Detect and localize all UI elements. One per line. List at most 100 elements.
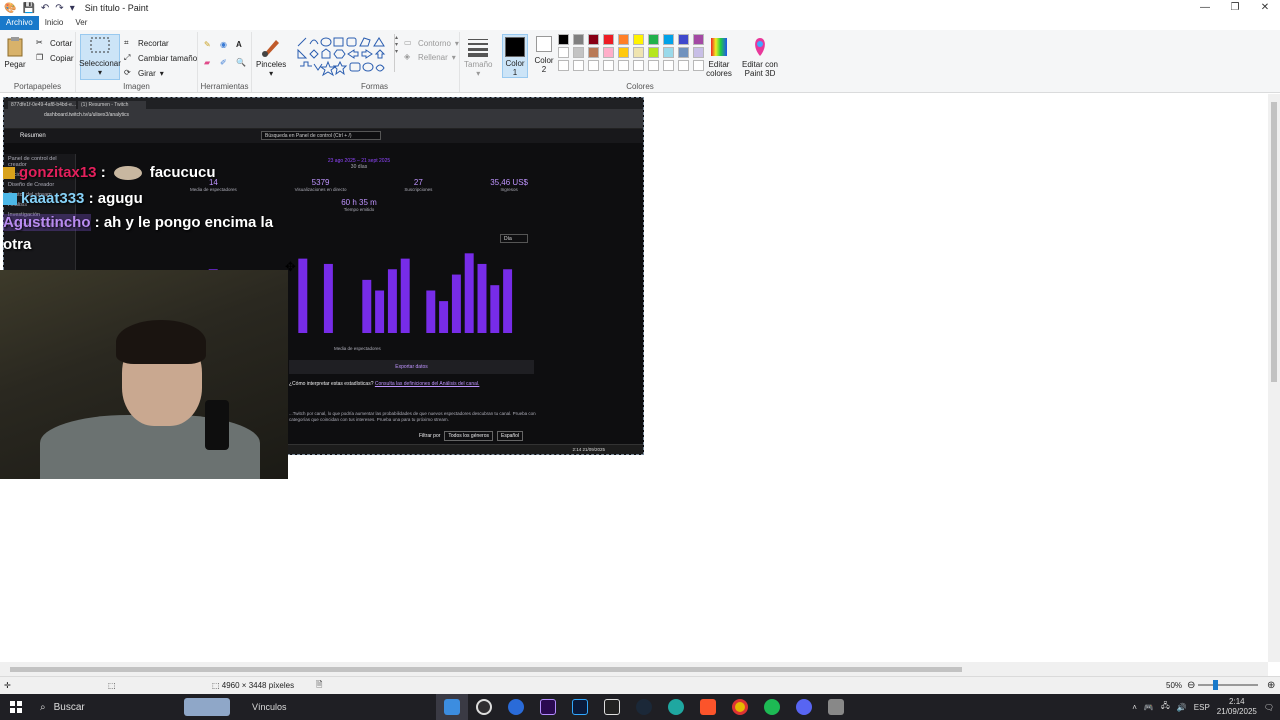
vertical-scrollbar[interactable] bbox=[1268, 94, 1280, 662]
color-swatch[interactable] bbox=[633, 34, 644, 45]
magnifier-icon[interactable]: 🔍 bbox=[236, 58, 246, 68]
taskbar-search[interactable]: ⌕ Buscar bbox=[32, 694, 232, 720]
crop-button[interactable]: ⌗ Recortar bbox=[124, 38, 169, 48]
color-swatch[interactable] bbox=[603, 60, 614, 71]
color-picker-icon[interactable]: ✐ bbox=[220, 58, 230, 68]
color-swatch[interactable] bbox=[558, 34, 569, 45]
zoom-in-button[interactable]: ⊕ bbox=[1267, 680, 1275, 691]
color-swatch[interactable] bbox=[663, 34, 674, 45]
start-button[interactable] bbox=[0, 694, 32, 720]
brave-taskbar-icon[interactable] bbox=[692, 694, 724, 720]
color-swatch[interactable] bbox=[678, 60, 689, 71]
color-swatch[interactable] bbox=[588, 47, 599, 58]
brushes-button[interactable]: Pinceles ▾ bbox=[256, 36, 286, 78]
color-palette[interactable] bbox=[558, 34, 706, 71]
tab-ver[interactable]: Ver bbox=[69, 16, 93, 30]
color-swatch[interactable] bbox=[573, 47, 584, 58]
vertical-scroll-thumb[interactable] bbox=[1271, 102, 1277, 382]
color-swatch[interactable] bbox=[573, 34, 584, 45]
zoom-out-button[interactable]: ⊖ bbox=[1187, 680, 1195, 691]
maximize-button[interactable]: ❐ bbox=[1220, 0, 1250, 16]
color-swatch[interactable] bbox=[558, 60, 569, 71]
color-swatch[interactable] bbox=[663, 60, 674, 71]
color-swatch[interactable] bbox=[588, 60, 599, 71]
color-swatch[interactable] bbox=[618, 60, 629, 71]
chrome-taskbar-icon[interactable] bbox=[724, 694, 756, 720]
notifications-icon[interactable]: 🗨 bbox=[1264, 703, 1274, 712]
shapes-gallery[interactable] bbox=[296, 36, 396, 78]
select-button[interactable]: Seleccionar ▾ bbox=[79, 34, 121, 80]
paste-button[interactable]: Pegar bbox=[4, 36, 26, 69]
volume-icon[interactable]: 🔊 bbox=[1177, 703, 1187, 712]
edit-colors-button[interactable]: Editar colores bbox=[704, 36, 734, 78]
color-swatch[interactable] bbox=[618, 34, 629, 45]
description-text: ...Twitch por canal, lo que podría aumen… bbox=[289, 411, 536, 422]
cut-button[interactable]: ✂ Cortar bbox=[36, 38, 72, 48]
color-swatch[interactable] bbox=[663, 47, 674, 58]
tab-archivo[interactable]: Archivo bbox=[0, 16, 39, 30]
color1-button[interactable]: Color 1 bbox=[502, 34, 528, 78]
shapes-scroll[interactable]: ▴ ▾ ▾ bbox=[394, 34, 402, 72]
color-swatch[interactable] bbox=[648, 60, 659, 71]
text-icon[interactable]: A bbox=[236, 40, 246, 50]
horizontal-scrollbar[interactable] bbox=[0, 662, 1268, 676]
resize-button[interactable]: ⤢ Cambiar tamaño bbox=[124, 53, 197, 63]
steam-taskbar-icon[interactable] bbox=[628, 694, 660, 720]
gamepad-icon[interactable]: 🎮 bbox=[1144, 703, 1154, 712]
app-taskbar-icon[interactable] bbox=[820, 694, 852, 720]
undo-icon[interactable]: ↶ bbox=[41, 3, 49, 14]
network-icon[interactable]: 🖧 bbox=[1161, 700, 1170, 714]
zoom-slider[interactable] bbox=[1198, 684, 1258, 686]
outline-button[interactable]: ▭ Contorno ▾ bbox=[404, 38, 459, 48]
clock[interactable]: 2:14 21/09/2025 bbox=[1217, 697, 1257, 717]
fill-button[interactable]: ◈ Rellenar ▾ bbox=[404, 52, 456, 62]
premiere-taskbar-icon[interactable] bbox=[532, 694, 564, 720]
tab-inicio[interactable]: Inicio bbox=[39, 16, 70, 30]
rotate-button[interactable]: ⟳ Girar ▾ bbox=[124, 68, 164, 78]
color-swatch[interactable] bbox=[618, 47, 629, 58]
color-swatch[interactable] bbox=[693, 34, 704, 45]
discord-taskbar-icon[interactable] bbox=[788, 694, 820, 720]
color-swatch[interactable] bbox=[603, 34, 614, 45]
badge-icon bbox=[3, 167, 15, 180]
color-swatch[interactable] bbox=[573, 60, 584, 71]
color-swatch[interactable] bbox=[678, 34, 689, 45]
close-button[interactable]: ✕ bbox=[1250, 0, 1280, 16]
language-indicator[interactable]: ESP bbox=[1194, 703, 1210, 712]
color-swatch[interactable] bbox=[648, 34, 659, 45]
color-swatch[interactable] bbox=[648, 47, 659, 58]
customize-qat-icon[interactable]: ▾ bbox=[70, 3, 75, 14]
brushes-dropdown-icon: ▾ bbox=[269, 69, 274, 78]
size-button[interactable]: Tamaño ▾ bbox=[464, 36, 492, 78]
color-swatch[interactable] bbox=[693, 47, 704, 58]
links-toolbar[interactable]: Vínculos bbox=[252, 702, 287, 712]
redo-icon[interactable]: ↷ bbox=[55, 3, 63, 14]
color1-swatch bbox=[505, 37, 525, 57]
webcam-feed bbox=[0, 270, 288, 479]
chevron-up-icon[interactable]: ˄ bbox=[1132, 703, 1137, 712]
color-swatch[interactable] bbox=[588, 34, 599, 45]
spotify-taskbar-icon[interactable] bbox=[756, 694, 788, 720]
photoshop-taskbar-icon[interactable] bbox=[564, 694, 596, 720]
eraser-icon[interactable]: ▰ bbox=[204, 58, 214, 68]
color-swatch[interactable] bbox=[558, 47, 569, 58]
color-swatch[interactable] bbox=[678, 47, 689, 58]
c-app-taskbar-icon[interactable] bbox=[500, 694, 532, 720]
horizontal-scroll-thumb[interactable] bbox=[10, 667, 962, 672]
color-swatch[interactable] bbox=[603, 47, 614, 58]
pencil-icon[interactable]: ✎ bbox=[204, 40, 214, 50]
color-swatch[interactable] bbox=[693, 60, 704, 71]
color2-button[interactable]: Color 2 bbox=[532, 36, 556, 74]
copy-button[interactable]: ❐ Copiar bbox=[36, 53, 74, 63]
fill-bucket-icon[interactable]: ◉ bbox=[220, 40, 230, 50]
obs-taskbar-icon[interactable] bbox=[468, 694, 500, 720]
minimize-button[interactable]: — bbox=[1190, 0, 1220, 16]
color-swatch[interactable] bbox=[633, 47, 644, 58]
edge-taskbar-icon[interactable] bbox=[660, 694, 692, 720]
color-swatch[interactable] bbox=[633, 60, 644, 71]
epic-games-taskbar-icon[interactable] bbox=[596, 694, 628, 720]
paint-taskbar-icon[interactable] bbox=[436, 694, 468, 720]
save-icon[interactable]: 💾 bbox=[22, 3, 34, 14]
zoom-slider-thumb[interactable] bbox=[1213, 680, 1218, 690]
paint3d-button[interactable]: Editar con Paint 3D bbox=[738, 36, 782, 78]
